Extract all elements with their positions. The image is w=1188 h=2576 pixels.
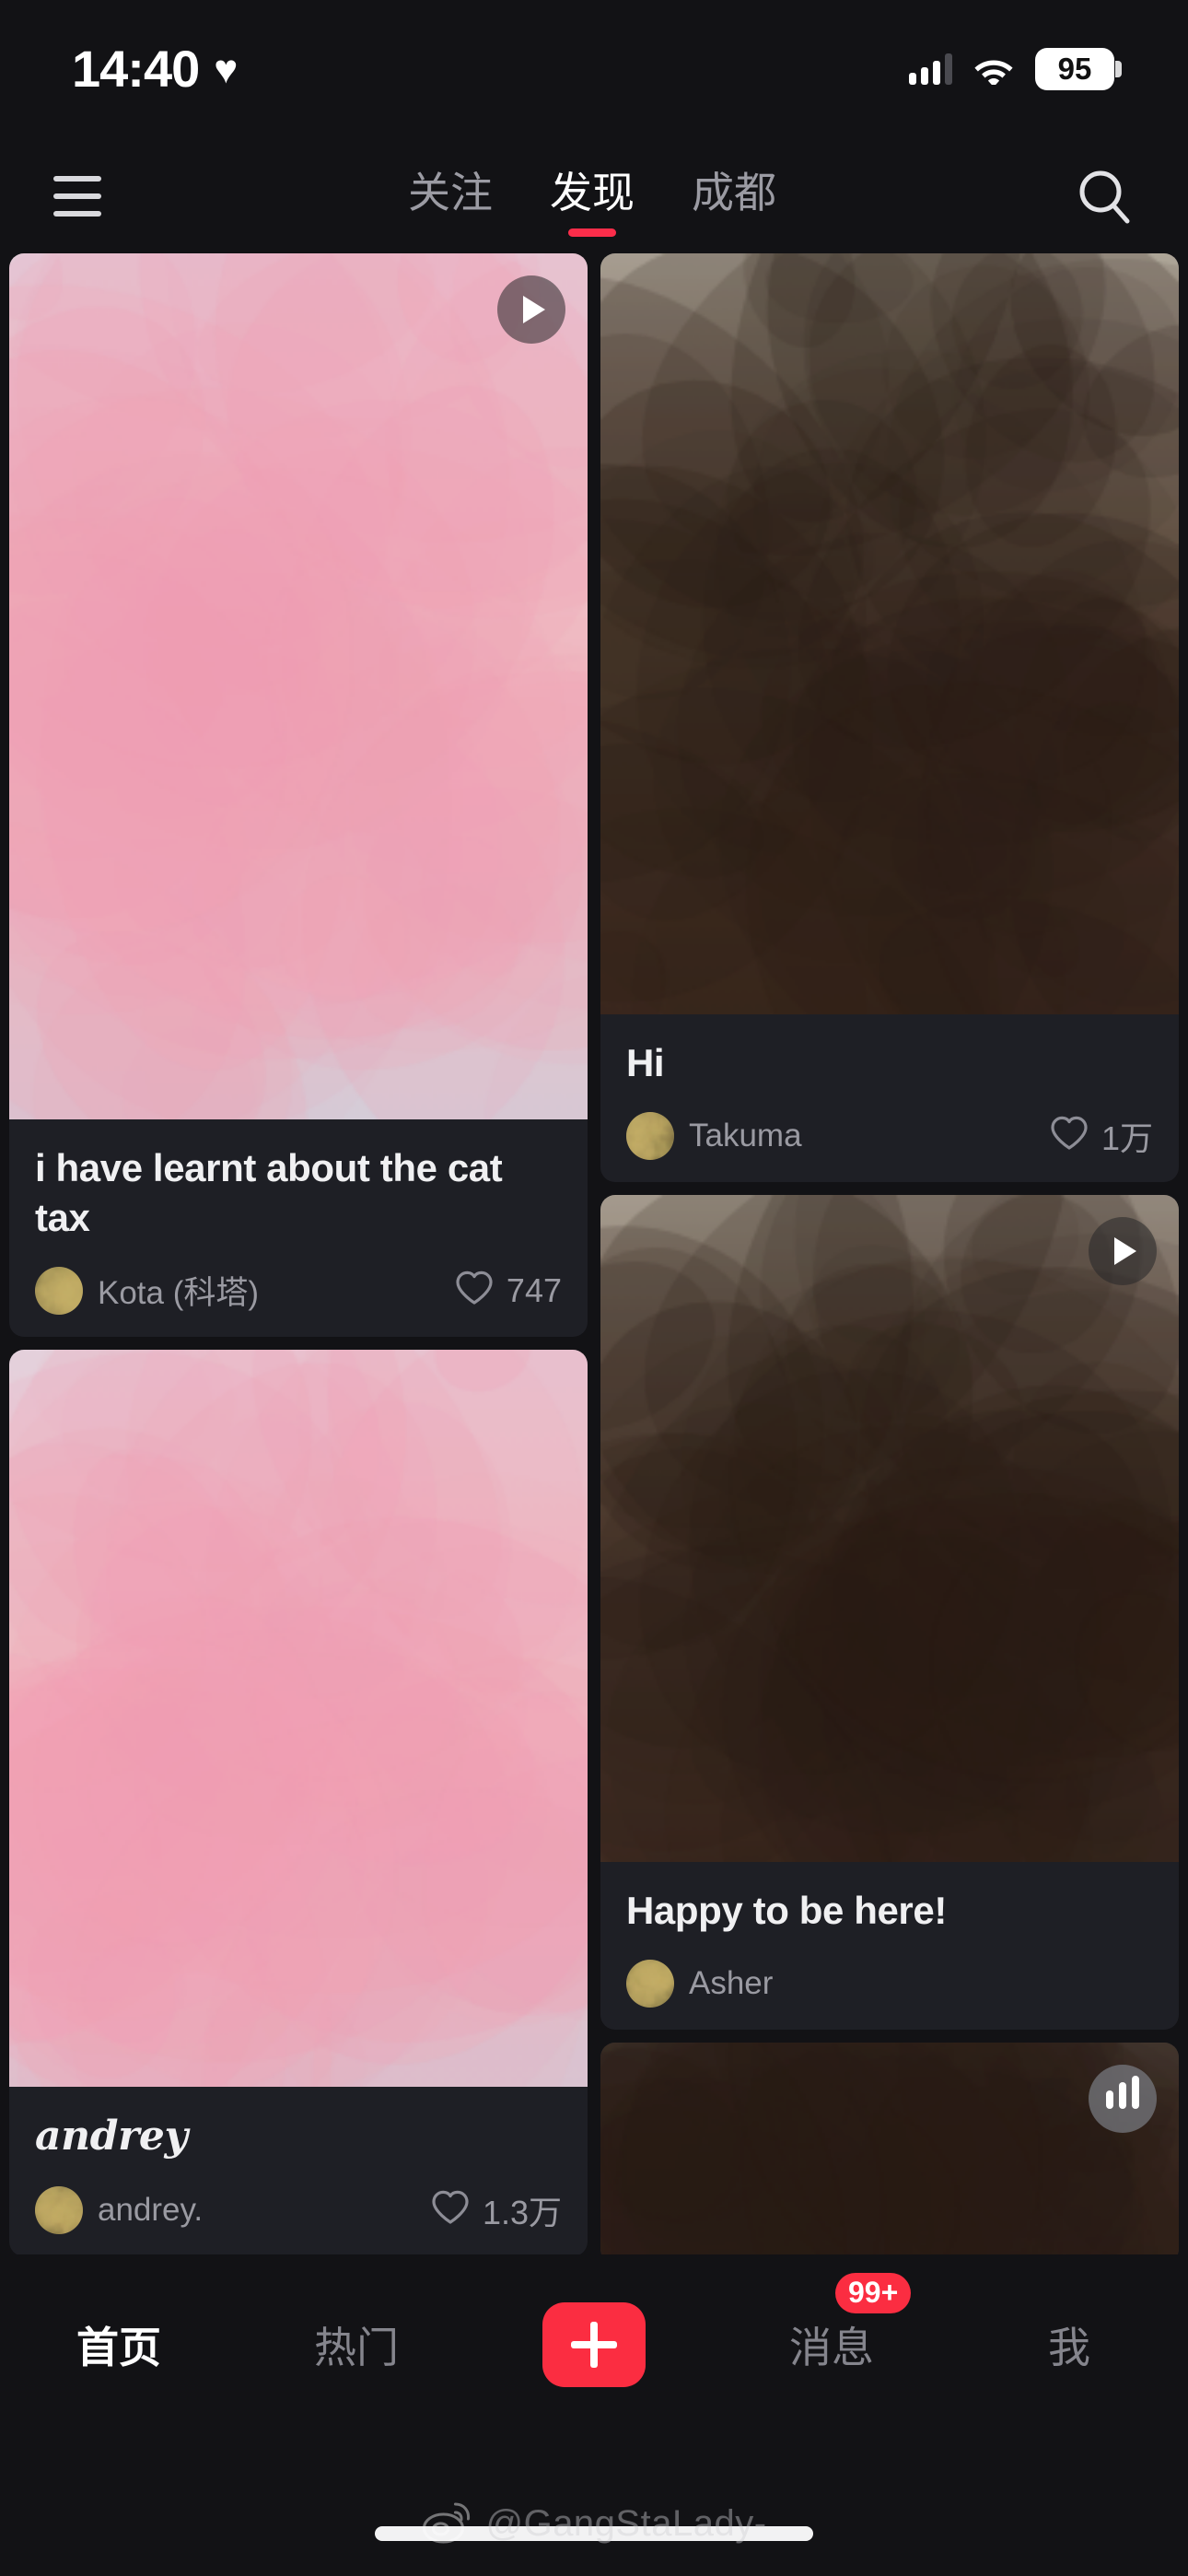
feed-card-thumbnail[interactable] [600, 2042, 1179, 2254]
feed-card[interactable]: Happy to be here! Asher [600, 1194, 1179, 2030]
cellular-bars-icon [909, 53, 952, 85]
status-time: 14:40 [72, 40, 200, 98]
avatar[interactable] [626, 1959, 674, 2008]
like-count: 1.3万 [482, 2193, 562, 2231]
thumbnail-image [9, 253, 588, 1119]
feed-card[interactable] [600, 2042, 1179, 2254]
nav-tab-discover[interactable]: 发现 [550, 159, 635, 233]
feed-card[interactable]: Hi Takuma 1万 [600, 253, 1179, 1182]
heart-outline-icon [430, 2189, 471, 2231]
feed-card-title[interactable]: i have learnt about the cat tax [35, 1143, 562, 1243]
nav-tabs: 关注 发现 成都 [111, 159, 1074, 233]
feed-card-author[interactable]: andrey. [35, 2185, 204, 2234]
feed-column-right: Hi Takuma 1万 Happy to be here! Asher [600, 253, 1179, 2254]
play-icon[interactable] [497, 275, 565, 344]
tabbar-label-home: 首页 [76, 2324, 161, 2371]
play-triangle [523, 296, 545, 323]
avatar[interactable] [35, 1266, 83, 1315]
feed-card-meta: i have learnt about the cat tax Kota (科塔)… [9, 1119, 588, 1337]
home-indicator [375, 2526, 813, 2541]
thumbnail-image [600, 253, 1179, 1014]
status-bar: 14:40 ♥ 95 [0, 0, 1188, 138]
heart-outline-icon [1049, 1115, 1089, 1156]
audio-bars-icon[interactable] [1089, 2064, 1157, 2133]
thumbnail-image [600, 2042, 1179, 2254]
heart-outline-icon [454, 1270, 495, 1311]
tabbar-item-compose[interactable] [475, 2293, 713, 2396]
heart-icon: ♥ [214, 47, 239, 92]
tabbar-label-profile: 我 [1048, 2324, 1090, 2371]
feed-card-byline: andrey. 1.3万 [35, 2185, 562, 2234]
avatar-image [626, 1111, 674, 1160]
tabbar-item-messages[interactable]: 消息 99+ [713, 2273, 950, 2396]
tabbar-label-messages: 消息 [789, 2324, 874, 2371]
status-bar-right: 95 [909, 48, 1122, 90]
feed-card-thumbnail[interactable] [600, 1194, 1179, 1862]
tabbar-item-profile[interactable]: 我 [950, 2293, 1188, 2396]
feed-card-title[interactable]: Happy to be here! [626, 1886, 1153, 1936]
author-name: andrey. [98, 2191, 204, 2228]
author-name: Takuma [689, 1117, 802, 1153]
feed-card-title[interactable]: andrey [35, 2111, 562, 2162]
play-triangle [1114, 1236, 1136, 1265]
feed-card-title[interactable]: Hi [626, 1038, 1153, 1088]
nav-tab-city[interactable]: 成都 [692, 159, 776, 233]
feed-card[interactable]: andrey andrey. 1.3万 [9, 1349, 588, 2255]
tabbar-item-hot[interactable]: 热门 [238, 2293, 475, 2396]
feed-card-thumbnail[interactable] [9, 1349, 588, 2087]
like-button[interactable]: 1万 [1049, 1112, 1153, 1160]
avatar-image [35, 2185, 83, 2234]
tabbar-item-home[interactable]: 首页 [0, 2293, 238, 2396]
tabbar-label-hot: 热门 [314, 2324, 399, 2371]
avatar-image [35, 1266, 83, 1315]
thumbnail-image [9, 1349, 588, 2087]
hamburger-menu-icon[interactable] [53, 168, 111, 225]
like-count: 1万 [1101, 1118, 1153, 1157]
nav-tab-follow[interactable]: 关注 [408, 159, 493, 233]
feed-card-meta: Hi Takuma 1万 [600, 1014, 1179, 1182]
like-button[interactable]: 747 [454, 1270, 562, 1311]
feed-card-author[interactable]: Kota (科塔) [35, 1266, 260, 1315]
feed-card-byline: Kota (科塔) 747 [35, 1266, 562, 1315]
author-name: Asher [689, 1964, 774, 2001]
status-bar-left: 14:40 ♥ [72, 43, 238, 95]
battery-indicator: 95 [1035, 48, 1122, 90]
messages-badge: 99+ [835, 2273, 912, 2313]
feed-card-byline: Asher [626, 1959, 1153, 2008]
phone-screen: 14:40 ♥ 95 关注 发现 成都 i have learnt about … [0, 0, 1188, 2576]
feed-card-meta: andrey andrey. 1.3万 [9, 2087, 588, 2255]
play-icon[interactable] [1089, 1216, 1157, 1285]
search-icon[interactable] [1074, 166, 1135, 227]
feed-card-meta: Happy to be here! Asher [600, 1862, 1179, 2030]
feed-card-byline: Takuma 1万 [626, 1111, 1153, 1160]
avatar-image [626, 1959, 674, 2008]
top-nav-bar: 关注 发现 成都 [0, 138, 1188, 253]
feed-card-author[interactable]: Asher [626, 1959, 774, 2008]
like-button[interactable]: 1.3万 [430, 2186, 562, 2234]
feed-column-left: i have learnt about the cat tax Kota (科塔)… [9, 253, 588, 2254]
feed-card-thumbnail[interactable] [600, 253, 1179, 1014]
wifi-icon [973, 53, 1015, 88]
feed-card-author[interactable]: Takuma [626, 1111, 802, 1160]
thumbnail-image [600, 1194, 1179, 1862]
plus-icon[interactable] [542, 2302, 646, 2387]
avatar[interactable] [35, 2185, 83, 2234]
like-count: 747 [506, 1270, 562, 1309]
feed-card[interactable]: i have learnt about the cat tax Kota (科塔)… [9, 253, 588, 1337]
author-name: Kota (科塔) [98, 1275, 260, 1311]
feed-card-thumbnail[interactable] [9, 253, 588, 1119]
feed-grid[interactable]: i have learnt about the cat tax Kota (科塔)… [0, 253, 1188, 2254]
avatar[interactable] [626, 1111, 674, 1160]
